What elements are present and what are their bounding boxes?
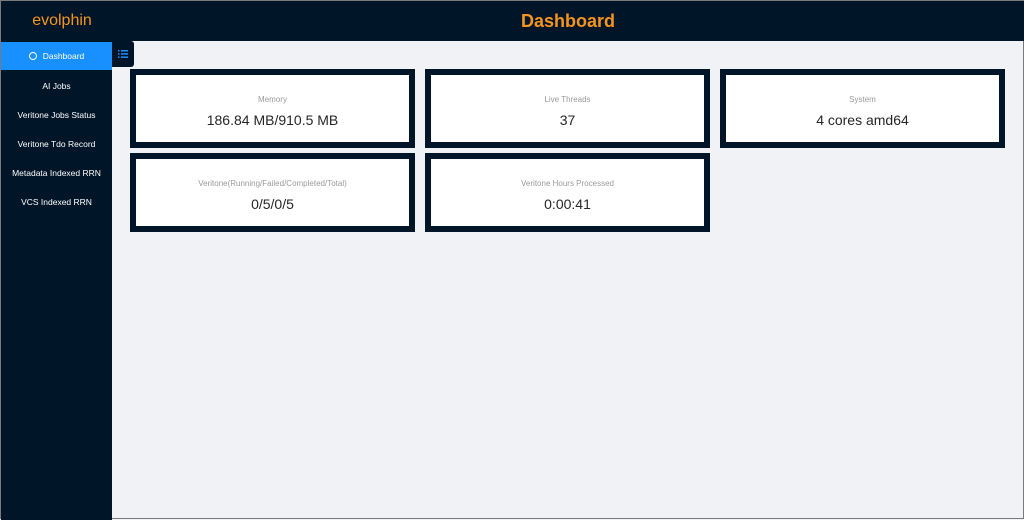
sidebar-item-ai-jobs[interactable]: AI Jobs: [1, 72, 112, 100]
system-card: System 4 cores amd64: [720, 69, 1005, 148]
sidebar-toggle-button[interactable]: [112, 41, 134, 67]
card-value: 37: [559, 112, 576, 128]
live-threads-card: Live Threads 37: [425, 69, 710, 148]
app-window: evolphin Dashboard Dashboard AI Jobs Ver…: [0, 0, 1024, 520]
sidebar-item-dashboard[interactable]: Dashboard: [1, 42, 112, 70]
card-value: 0:00:41: [544, 196, 591, 212]
card-value: 0/5/0/5: [251, 196, 294, 212]
top-bar: evolphin Dashboard: [1, 1, 1024, 41]
card-label: System: [849, 95, 876, 104]
veritone-status-card: Veritone(Running/Failed/Completed/Total)…: [130, 153, 415, 232]
page-title: Dashboard: [520, 11, 616, 31]
sidebar-item-label: AI Jobs: [42, 81, 71, 91]
sidebar-item-label: Metadata Indexed RRN: [12, 168, 101, 178]
sidebar-item-metadata-indexed-rrn[interactable]: Metadata Indexed RRN: [1, 159, 112, 187]
sidebar-item-label: Veritone Jobs Status: [17, 110, 96, 120]
dashboard-icon: [28, 51, 37, 60]
sidebar-item-label: VCS Indexed RRN: [21, 197, 92, 207]
veritone-hours-card: Veritone Hours Processed 0:00:41: [425, 153, 710, 232]
card-label: Live Threads: [544, 95, 591, 104]
sidebar: Dashboard AI Jobs Veritone Jobs Status V…: [1, 41, 112, 520]
card-value: 186.84 MB/910.5 MB: [206, 112, 339, 128]
sidebar-item-label: Veritone Tdo Record: [17, 139, 96, 149]
card-label: Memory: [258, 95, 287, 104]
sidebar-item-vcs-indexed-rrn[interactable]: VCS Indexed RRN: [1, 188, 112, 216]
card-label: Veritone Hours Processed: [521, 179, 614, 188]
sidebar-item-veritone-tdo-record[interactable]: Veritone Tdo Record: [1, 130, 112, 158]
card-label: Veritone(Running/Failed/Completed/Total): [198, 179, 347, 188]
sidebar-item-label: Dashboard: [42, 51, 85, 61]
card-value: 4 cores amd64: [816, 112, 909, 128]
sidebar-item-veritone-jobs-status[interactable]: Veritone Jobs Status: [1, 101, 112, 129]
memory-card: Memory 186.84 MB/910.5 MB: [130, 69, 415, 148]
menu-list-icon: [118, 50, 128, 58]
